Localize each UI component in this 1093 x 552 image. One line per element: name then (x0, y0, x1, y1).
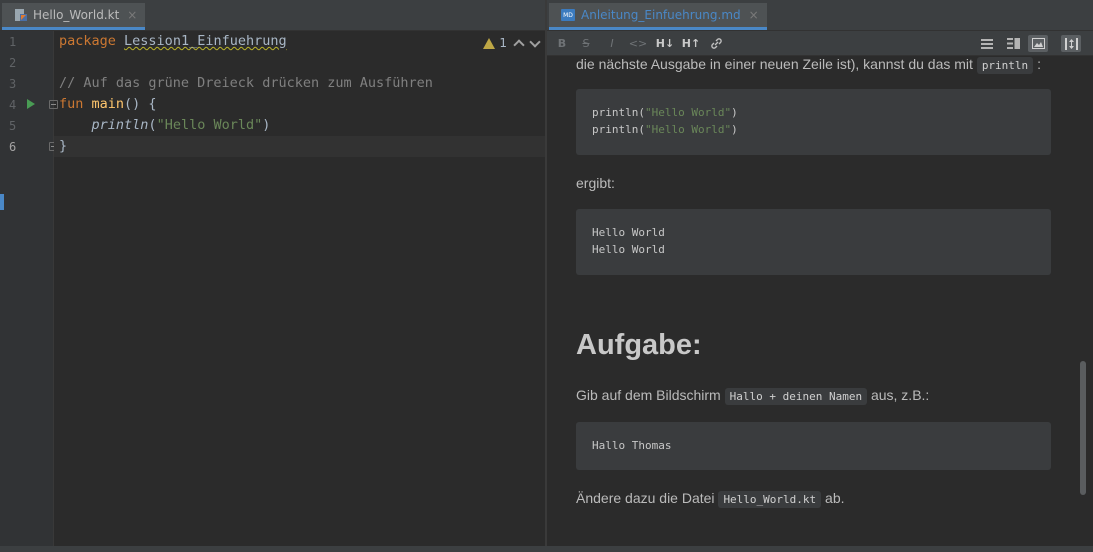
code-line-5: println("Hello World") (59, 115, 271, 136)
inline-code: Hello_World.kt (718, 491, 822, 508)
chevron-down-icon[interactable] (529, 36, 541, 48)
warning-count: 1 (499, 36, 507, 50)
bold-button[interactable]: B (555, 35, 569, 52)
code-area[interactable]: package Lession1_Einfuehrung // Auf das … (54, 31, 545, 546)
code-block-1: println("Hello World") println("Hello Wo… (576, 89, 1051, 155)
preview-only-view-icon[interactable] (1028, 35, 1048, 52)
paragraph-3: Ändere dazu die Datei Hello_World.kt ab. (576, 490, 845, 508)
code-block-line: println("Hello World") (592, 106, 738, 119)
code-line-3: // Auf das grüne Dreieck drücken zum Aus… (59, 73, 433, 94)
tab-anleitung-md[interactable]: MD Anleitung_Einfuehrung.md × (549, 3, 767, 30)
code-line-1: package Lession1_Einfuehrung (59, 31, 287, 52)
code-block-line: Hello World (592, 243, 665, 256)
header-down-button[interactable]: H↓ (655, 35, 675, 52)
paragraph-2: Gib auf dem Bildschirm Hallo + deinen Na… (576, 387, 930, 405)
strikethrough-button[interactable]: S (579, 35, 593, 52)
warning-icon (483, 37, 496, 49)
left-tab-bar: Hello_World.kt × (0, 0, 545, 31)
paragraph-text: die nächste Ausgabe in einer neuen Zeile… (576, 56, 973, 72)
println-call: println (91, 117, 149, 133)
line-number: 5 (9, 119, 17, 133)
code-block-line: println("Hello World") (592, 123, 738, 136)
italic-button[interactable]: I (605, 35, 619, 52)
header-up-button[interactable]: H↑ (681, 35, 701, 52)
chevron-up-icon[interactable] (513, 39, 525, 51)
code-line-6: } (59, 136, 67, 157)
paragraph-text: aus, z.B.: (870, 387, 930, 403)
function-name: main (91, 96, 125, 112)
status-bar (0, 546, 1093, 552)
tab-hello-world-kt[interactable]: Hello_World.kt × (2, 3, 146, 30)
kotlin-editor-pane: Hello_World.kt × 1 2 3 4 5 6 package Les… (0, 0, 545, 546)
preview-scrollbar[interactable] (1080, 361, 1086, 495)
paragraph-text: Gib auf dem Bildschirm (576, 387, 721, 403)
side-panel-marker[interactable] (0, 194, 4, 210)
split-view-icon[interactable] (1005, 35, 1021, 52)
markdown-toolbar: B S I <> H↓ H↑ (547, 31, 1093, 56)
line-number: 4 (9, 98, 17, 112)
code-block-2: Hello World Hello World (576, 209, 1051, 275)
kotlin-file-icon (14, 8, 28, 22)
code-block-3: Hallo Thomas (576, 422, 1051, 470)
inspection-widget[interactable]: 1 (483, 36, 541, 51)
line-number: 6 (9, 140, 17, 154)
run-gutter-icon[interactable] (27, 99, 35, 109)
link-icon[interactable] (708, 35, 724, 52)
tab-label: Anleitung_Einfuehrung.md (581, 8, 741, 22)
keyword-package: package (59, 33, 116, 49)
heading-aufgabe: Aufgabe: (576, 329, 702, 361)
code-block-line: Hallo Thomas (592, 439, 672, 452)
paragraph-text: Ändere dazu die Datei (576, 490, 715, 506)
paragraph-text: ab. (825, 490, 845, 506)
line-number: 3 (9, 77, 17, 91)
closing-brace: } (59, 138, 68, 154)
paren-close: ) (262, 117, 271, 133)
warning-counter[interactable]: 1 (483, 36, 507, 50)
markdown-pane: MD Anleitung_Einfuehrung.md × B S I <> H… (547, 0, 1093, 546)
code-block-line: Hello World (592, 226, 665, 239)
string-literal: "Hello World" (156, 117, 263, 133)
signature-rest: () { (124, 96, 157, 112)
keyword-fun: fun (59, 96, 84, 112)
code-button[interactable]: <> (629, 35, 647, 52)
close-tab-icon[interactable]: × (749, 8, 759, 22)
paren-open: ( (148, 117, 157, 133)
right-tab-bar: MD Anleitung_Einfuehrung.md × (547, 0, 1093, 31)
inline-code: println (976, 57, 1034, 74)
inline-code: Hallo + deinen Namen (724, 388, 868, 405)
line-number: 1 (9, 35, 17, 49)
code-line-4: fun main() { (59, 94, 157, 115)
comment: // Auf das grüne Dreieck drücken zum Aus… (59, 75, 433, 91)
tab-label: Hello_World.kt (33, 8, 120, 22)
markdown-preview[interactable]: die nächste Ausgabe in einer neuen Zeile… (547, 56, 1093, 546)
editor-only-view-icon[interactable] (979, 35, 995, 52)
sync-scroll-icon[interactable] (1061, 35, 1081, 52)
line-number: 2 (9, 56, 17, 70)
ergibt-text: ergibt: (576, 175, 615, 191)
paragraph-1: die nächste Ausgabe in einer neuen Zeile… (576, 56, 1041, 74)
markdown-file-icon: MD (561, 9, 575, 21)
paragraph-text: : (1037, 56, 1041, 72)
current-line-highlight (54, 136, 545, 157)
close-tab-icon[interactable]: × (127, 8, 137, 22)
package-name: Lession1_Einfuehrung (124, 33, 287, 49)
